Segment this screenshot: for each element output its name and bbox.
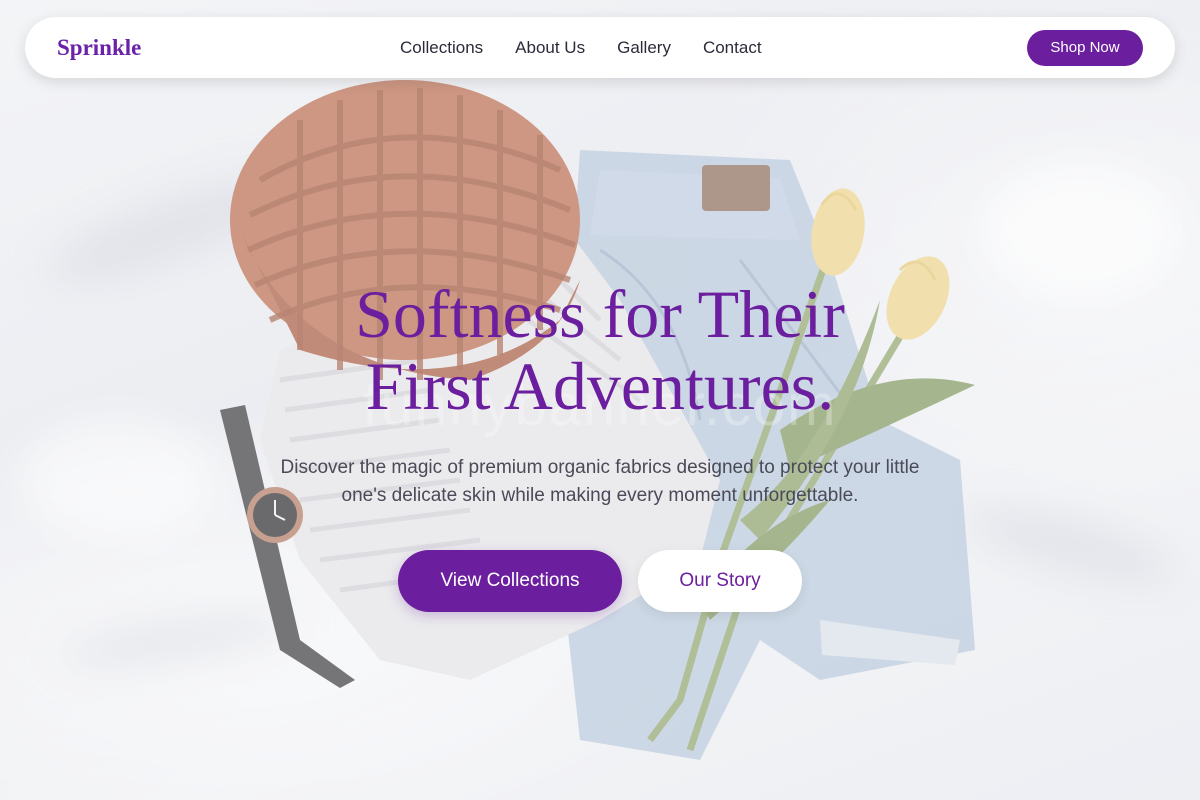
- nav-link-gallery[interactable]: Gallery: [617, 38, 671, 58]
- nav-link-about-us[interactable]: About Us: [515, 38, 585, 58]
- brand-logo[interactable]: Sprinkle: [57, 35, 237, 61]
- hero-subtitle: Discover the magic of premium organic fa…: [280, 457, 920, 506]
- nav-link-contact[interactable]: Contact: [703, 38, 762, 58]
- hero-title-line2: First Adventures.: [365, 348, 835, 424]
- our-story-button[interactable]: Our Story: [638, 550, 802, 612]
- top-navbar: Sprinkle Collections About Us Gallery Co…: [25, 17, 1175, 78]
- nav-link-collections[interactable]: Collections: [400, 38, 483, 58]
- hero-title: Softness for Their First Adventures.: [0, 278, 1200, 422]
- hero-title-line1: Softness for Their: [355, 276, 845, 352]
- view-collections-button[interactable]: View Collections: [398, 550, 622, 612]
- shop-now-button[interactable]: Shop Now: [1027, 29, 1143, 66]
- hero-section: Softness for Their First Adventures. Dis…: [0, 278, 1200, 612]
- hero-button-group: View Collections Our Story: [0, 550, 1200, 612]
- nav-links: Collections About Us Gallery Contact: [400, 38, 762, 58]
